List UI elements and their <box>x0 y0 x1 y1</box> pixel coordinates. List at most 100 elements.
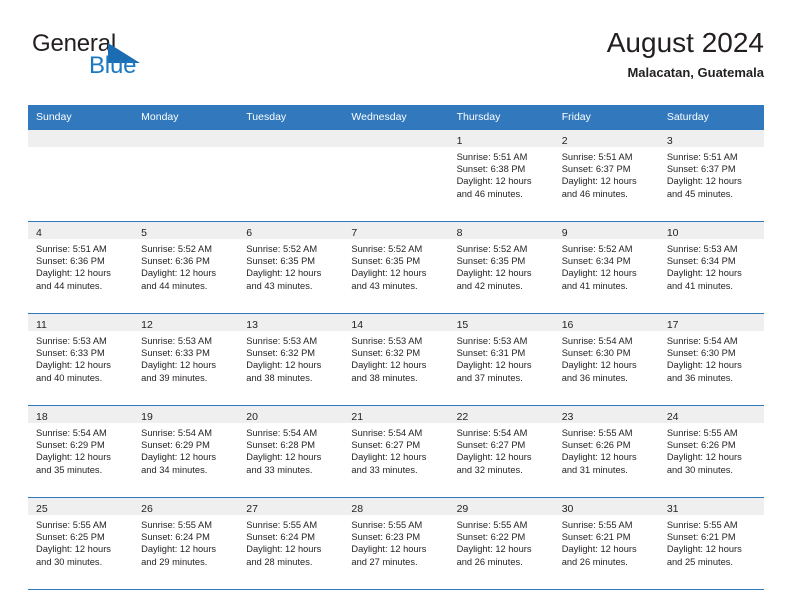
calendar-day-cell[interactable]: 9 Sunrise: 5:52 AM Sunset: 6:34 PM Daylight… <box>553 221 659 314</box>
calendar-day-cell[interactable]: 10 Sunrise: 5:53 AM Sunset: 6:34 PM Dayligh… <box>658 221 764 314</box>
day-daylight2-text: and 45 minutes. <box>666 188 733 199</box>
calendar-day-cell[interactable]: 12 Sunrise: 5:53 AM Sunset: 6:33 PM Dayligh… <box>133 313 239 406</box>
day-number: 29 <box>456 503 469 515</box>
day-sunset-text: Sunset: 6:38 PM <box>456 164 526 175</box>
day-sunrise-text: Sunrise: 5:54 AM <box>36 428 107 438</box>
calendar-day-cell[interactable] <box>133 129 239 222</box>
calendar-day-cell[interactable]: 7 Sunrise: 5:52 AM Sunset: 6:35 PM Daylight… <box>343 221 449 314</box>
day-number: 11 <box>36 319 47 331</box>
day-daylight2-text: and 25 minutes. <box>666 556 733 567</box>
calendar-day-cell[interactable]: 31 Sunrise: 5:55 AM Sunset: 6:21 PM Dayligh… <box>658 497 764 590</box>
day-details: Sunrise: 5:53 AM Sunset: 6:33 PM Daylight:… <box>28 331 133 384</box>
calendar-day-cell[interactable]: 29 Sunrise: 5:55 AM Sunset: 6:22 PM Dayligh… <box>448 497 554 590</box>
calendar-day-cell[interactable]: 6 Sunrise: 5:52 AM Sunset: 6:35 PM Daylight… <box>238 221 344 314</box>
day-daylight2-text: and 36 minutes. <box>561 372 628 383</box>
day-cell-empty <box>343 130 449 221</box>
day-daylight2-text: and 30 minutes. <box>666 464 733 475</box>
calendar-day-cell[interactable]: 14 Sunrise: 5:53 AM Sunset: 6:32 PM Dayligh… <box>343 313 449 406</box>
day-cell: 11 Sunrise: 5:53 AM Sunset: 6:33 PM Dayligh… <box>28 314 134 405</box>
weekday-header-friday: Friday <box>553 105 659 130</box>
day-daylight1-text: Daylight: 12 hours <box>141 360 217 371</box>
day-number: 22 <box>456 411 469 423</box>
day-cell: 31 Sunrise: 5:55 AM Sunset: 6:21 PM Dayligh… <box>658 498 764 589</box>
day-cell: 19 Sunrise: 5:54 AM Sunset: 6:29 PM Dayligh… <box>133 406 239 497</box>
calendar-day-cell[interactable]: 19 Sunrise: 5:54 AM Sunset: 6:29 PM Dayligh… <box>133 405 239 498</box>
day-number: 16 <box>561 319 574 331</box>
day-daylight1-text: Daylight: 12 hours <box>456 360 532 371</box>
calendar-day-cell[interactable]: 8 Sunrise: 5:52 AM Sunset: 6:35 PM Daylight… <box>448 221 554 314</box>
calendar-day-cell[interactable] <box>343 129 449 222</box>
day-number-band: 24 <box>658 406 764 423</box>
calendar-day-cell[interactable]: 17 Sunrise: 5:54 AM Sunset: 6:30 PM Dayligh… <box>658 313 764 406</box>
day-cell: 26 Sunrise: 5:55 AM Sunset: 6:24 PM Dayligh… <box>133 498 239 589</box>
day-number-band: 11 <box>28 314 134 331</box>
day-details: Sunrise: 5:51 AM Sunset: 6:38 PM Daylight:… <box>449 147 554 200</box>
day-cell: 1 Sunrise: 5:51 AM Sunset: 6:38 PM Daylight… <box>448 130 554 221</box>
calendar-day-cell[interactable]: 23 Sunrise: 5:55 AM Sunset: 6:26 PM Dayligh… <box>553 405 659 498</box>
calendar-day-cell[interactable]: 25 Sunrise: 5:55 AM Sunset: 6:25 PM Dayligh… <box>28 497 134 590</box>
day-daylight1-text: Daylight: 12 hours <box>561 268 637 279</box>
calendar-day-cell[interactable]: 30 Sunrise: 5:55 AM Sunset: 6:21 PM Dayligh… <box>553 497 659 590</box>
general-blue-logo[interactable]: General Blue <box>32 32 232 90</box>
day-number-band <box>133 130 239 147</box>
day-sunrise-text: Sunrise: 5:55 AM <box>36 520 107 530</box>
day-daylight1-text: Daylight: 12 hours <box>561 176 637 187</box>
day-daylight1-text: Daylight: 12 hours <box>36 544 111 555</box>
calendar-day-cell[interactable] <box>28 129 134 222</box>
calendar-day-cell[interactable]: 3 Sunrise: 5:51 AM Sunset: 6:37 PM Daylight… <box>658 129 764 222</box>
calendar-day-cell[interactable]: 28 Sunrise: 5:55 AM Sunset: 6:23 PM Dayligh… <box>343 497 449 590</box>
day-cell: 5 Sunrise: 5:52 AM Sunset: 6:36 PM Daylight… <box>133 222 239 313</box>
day-details: Sunrise: 5:55 AM Sunset: 6:26 PM Daylight:… <box>659 423 764 476</box>
day-number: 15 <box>456 319 469 331</box>
calendar-day-cell[interactable]: 26 Sunrise: 5:55 AM Sunset: 6:24 PM Dayligh… <box>133 497 239 590</box>
calendar-day-cell[interactable]: 21 Sunrise: 5:54 AM Sunset: 6:27 PM Dayligh… <box>343 405 449 498</box>
calendar-day-cell[interactable]: 18 Sunrise: 5:54 AM Sunset: 6:29 PM Dayligh… <box>28 405 134 498</box>
calendar-day-cell[interactable]: 5 Sunrise: 5:52 AM Sunset: 6:36 PM Daylight… <box>133 221 239 314</box>
day-sunrise-text: Sunrise: 5:53 AM <box>456 336 528 346</box>
calendar-day-cell[interactable]: 11 Sunrise: 5:53 AM Sunset: 6:33 PM Dayligh… <box>28 313 134 406</box>
day-sunset-text: Sunset: 6:31 PM <box>456 348 526 359</box>
day-details: Sunrise: 5:53 AM Sunset: 6:32 PM Daylight:… <box>343 331 448 384</box>
calendar-day-cell[interactable]: 15 Sunrise: 5:53 AM Sunset: 6:31 PM Dayligh… <box>448 313 554 406</box>
calendar-day-cell[interactable]: 2 Sunrise: 5:51 AM Sunset: 6:37 PM Daylight… <box>553 129 659 222</box>
calendar-day-cell[interactable]: 1 Sunrise: 5:51 AM Sunset: 6:38 PM Daylight… <box>448 129 554 222</box>
calendar-day-cell[interactable]: 4 Sunrise: 5:51 AM Sunset: 6:36 PM Daylight… <box>28 221 134 314</box>
day-daylight1-text: Daylight: 12 hours <box>666 452 742 463</box>
day-number-band <box>238 130 344 147</box>
day-number-band: 5 <box>133 222 239 239</box>
day-daylight1-text: Daylight: 12 hours <box>141 544 217 555</box>
calendar-day-cell[interactable]: 20 Sunrise: 5:54 AM Sunset: 6:28 PM Dayligh… <box>238 405 344 498</box>
day-number-band: 6 <box>238 222 344 239</box>
day-cell: 15 Sunrise: 5:53 AM Sunset: 6:31 PM Dayligh… <box>448 314 554 405</box>
day-sunrise-text: Sunrise: 5:55 AM <box>456 520 528 530</box>
day-sunrise-text: Sunrise: 5:55 AM <box>141 520 212 530</box>
day-daylight1-text: Daylight: 12 hours <box>141 268 217 279</box>
day-cell: 21 Sunrise: 5:54 AM Sunset: 6:27 PM Dayligh… <box>343 406 449 497</box>
day-number-band <box>343 130 449 147</box>
day-number: 30 <box>561 503 574 515</box>
day-number-band: 13 <box>238 314 344 331</box>
day-sunset-text: Sunset: 6:35 PM <box>351 256 421 267</box>
day-sunset-text: Sunset: 6:35 PM <box>246 256 316 267</box>
day-sunrise-text: Sunrise: 5:55 AM <box>666 428 738 438</box>
calendar-day-cell[interactable]: 13 Sunrise: 5:53 AM Sunset: 6:32 PM Dayligh… <box>238 313 344 406</box>
calendar-day-cell[interactable]: 27 Sunrise: 5:55 AM Sunset: 6:24 PM Dayligh… <box>238 497 344 590</box>
day-number-band: 30 <box>553 498 659 515</box>
day-details: Sunrise: 5:51 AM Sunset: 6:36 PM Daylight:… <box>28 239 133 292</box>
calendar-day-cell[interactable]: 16 Sunrise: 5:54 AM Sunset: 6:30 PM Dayligh… <box>553 313 659 406</box>
day-sunrise-text: Sunrise: 5:51 AM <box>456 152 528 162</box>
day-sunset-text: Sunset: 6:32 PM <box>246 348 316 359</box>
day-sunrise-text: Sunrise: 5:52 AM <box>351 244 423 254</box>
day-sunrise-text: Sunrise: 5:53 AM <box>666 244 738 254</box>
day-number-band: 4 <box>28 222 134 239</box>
day-details: Sunrise: 5:54 AM Sunset: 6:27 PM Daylight:… <box>343 423 448 476</box>
calendar-day-cell[interactable]: 24 Sunrise: 5:55 AM Sunset: 6:26 PM Dayligh… <box>658 405 764 498</box>
calendar-day-cell[interactable] <box>238 129 344 222</box>
day-number: 4 <box>36 227 42 239</box>
calendar-day-cell[interactable]: 22 Sunrise: 5:54 AM Sunset: 6:27 PM Dayligh… <box>448 405 554 498</box>
day-details: Sunrise: 5:52 AM Sunset: 6:35 PM Daylight:… <box>449 239 554 292</box>
day-cell: 2 Sunrise: 5:51 AM Sunset: 6:37 PM Daylight… <box>553 130 659 221</box>
day-daylight2-text: and 26 minutes. <box>456 556 523 567</box>
day-daylight2-text: and 46 minutes. <box>561 188 628 199</box>
day-daylight2-text: and 31 minutes. <box>561 464 628 475</box>
